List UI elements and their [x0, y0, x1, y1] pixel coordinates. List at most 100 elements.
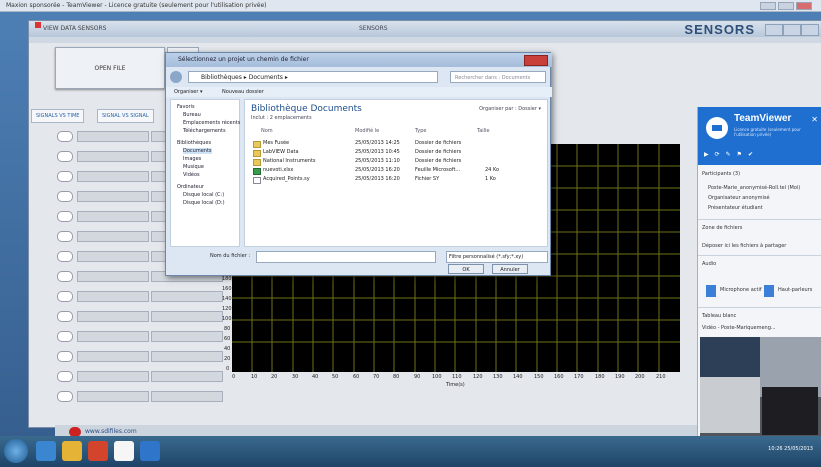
toggle-led[interactable]	[57, 151, 73, 162]
teamviewer-toolbar[interactable]: ▶⟳✎⚑✔	[704, 151, 759, 158]
toggle-led[interactable]	[57, 171, 73, 182]
cancel-button[interactable]: Annuler	[492, 264, 528, 274]
start-button[interactable]	[4, 439, 28, 463]
list-item[interactable]	[55, 329, 230, 342]
open-file-button[interactable]: OPEN FILE	[55, 47, 165, 89]
nav-item[interactable]: Bibliothèques	[177, 140, 211, 146]
back-button[interactable]	[170, 71, 182, 83]
toggle-led[interactable]	[57, 291, 73, 302]
nav-item-selected[interactable]: Documents	[183, 148, 212, 154]
signal-field[interactable]	[77, 271, 149, 282]
signal-field[interactable]	[77, 371, 149, 382]
signal-field[interactable]	[77, 291, 149, 302]
signal-field[interactable]	[77, 391, 149, 402]
signal-field[interactable]	[77, 171, 149, 182]
audio-section-header[interactable]: Audio	[702, 261, 716, 267]
toggle-led[interactable]	[57, 391, 73, 402]
arrange-by[interactable]: Organiser par : Dossier ▾	[479, 106, 541, 112]
signal-field[interactable]	[151, 391, 223, 402]
toggle-led[interactable]	[57, 131, 73, 142]
signal-field[interactable]	[151, 371, 223, 382]
signal-field[interactable]	[77, 251, 149, 262]
toggle-led[interactable]	[57, 331, 73, 342]
file-row[interactable]: National Instruments 25/05/2013 11:10 Do…	[245, 158, 545, 167]
tray-clock[interactable]: 10:26 25/05/2013	[768, 446, 813, 452]
participant[interactable]: Présentateur étudiant	[708, 205, 763, 211]
maximize-button[interactable]	[778, 2, 794, 10]
list-item[interactable]	[55, 289, 230, 302]
participant[interactable]: Organisateur anonymisé	[708, 195, 770, 201]
toggle-led[interactable]	[57, 311, 73, 322]
filename-input[interactable]	[256, 251, 436, 263]
toggle-led[interactable]	[57, 211, 73, 222]
nav-item[interactable]: Disque local (D:)	[183, 200, 225, 206]
speaker-icon[interactable]	[764, 285, 774, 297]
video-feed[interactable]	[700, 337, 821, 437]
toggle-led[interactable]	[57, 351, 73, 362]
nav-item[interactable]: Disque local (C:)	[183, 192, 224, 198]
signal-field[interactable]	[77, 351, 149, 362]
file-row[interactable]: Acquired_Points.sy 25/05/2013 16:20 Fich…	[245, 176, 545, 185]
signal-field[interactable]	[151, 351, 223, 362]
file-row[interactable]: Mes Fusée 25/05/2013 14:25 Dossier de fi…	[245, 140, 545, 149]
files-section-header[interactable]: Zone de fichiers	[702, 225, 742, 231]
library-subtitle[interactable]: Inclut : 2 emplacements	[251, 115, 312, 121]
nav-item[interactable]: Musique	[183, 164, 204, 170]
signal-field[interactable]	[77, 231, 149, 242]
dialog-close-button[interactable]	[524, 55, 548, 66]
nav-item[interactable]: Favoris	[177, 104, 195, 110]
app-minimize-button[interactable]	[765, 24, 783, 36]
folder-icon[interactable]	[62, 441, 82, 461]
signal-field[interactable]	[77, 131, 149, 142]
nav-item[interactable]: Bureau	[183, 112, 201, 118]
close-button[interactable]	[796, 2, 812, 10]
organize-menu[interactable]: Organiser ▾	[174, 87, 203, 97]
column-header-size[interactable]: Taille	[477, 128, 490, 134]
new-folder-button[interactable]: Nouveau dossier	[222, 87, 264, 97]
column-header-name[interactable]: Nom	[261, 128, 273, 134]
signal-field[interactable]	[77, 311, 149, 322]
list-item[interactable]	[55, 309, 230, 322]
nav-item[interactable]: Vidéos	[183, 172, 200, 178]
nav-item[interactable]: Emplacements récents	[183, 120, 240, 126]
ok-button[interactable]: OK	[448, 264, 484, 274]
file-row[interactable]: nuevoti.xlsx 25/05/2013 16:20 Feuille Mi…	[245, 167, 545, 176]
teamviewer-taskbar-icon[interactable]	[140, 441, 160, 461]
signal-field[interactable]	[151, 331, 223, 342]
toggle-led[interactable]	[57, 231, 73, 242]
participants-header[interactable]: Participants (3)	[702, 171, 740, 177]
filetype-select[interactable]: Filtre personnalisé (*.sfy;*.xy)	[446, 251, 548, 263]
toggle-led[interactable]	[57, 271, 73, 282]
list-item[interactable]	[55, 349, 230, 362]
toggle-led[interactable]	[57, 251, 73, 262]
column-header-modified[interactable]: Modifié le	[355, 128, 379, 134]
app-maximize-button[interactable]	[783, 24, 801, 36]
signal-field[interactable]	[77, 211, 149, 222]
signal-field[interactable]	[77, 151, 149, 162]
search-input[interactable]: Rechercher dans : Documents	[450, 71, 546, 83]
toggle-led[interactable]	[57, 191, 73, 202]
status-url[interactable]: www.sdifiles.com	[85, 428, 137, 435]
list-item[interactable]	[55, 389, 230, 402]
chrome-icon[interactable]	[114, 441, 134, 461]
whiteboard-header[interactable]: Tableau blanc	[702, 313, 736, 319]
ie-icon[interactable]	[36, 441, 56, 461]
signal-field[interactable]	[151, 311, 223, 322]
app-close-button[interactable]	[801, 24, 819, 36]
file-row[interactable]: LabVIEW Data 25/05/2013 10:45 Dossier de…	[245, 149, 545, 158]
signal-field[interactable]	[77, 331, 149, 342]
microphone-icon[interactable]	[706, 285, 716, 297]
tab-signals-vs-time[interactable]: SIGNALS VS TIME	[31, 109, 85, 123]
nav-item[interactable]: Ordinateur	[177, 184, 204, 190]
nav-item[interactable]: Téléchargements	[183, 128, 226, 134]
nav-item[interactable]: Images	[183, 156, 201, 162]
signal-field[interactable]	[151, 291, 223, 302]
media-icon[interactable]	[88, 441, 108, 461]
tab-signal-vs-signal[interactable]: SIGNAL VS SIGNAL	[97, 109, 154, 123]
address-bar[interactable]: Bibliothèques ▸ Documents ▸	[188, 71, 438, 83]
signal-field[interactable]	[77, 191, 149, 202]
participant[interactable]: Poste-Marie_anonymisé-Roll.tel (Moi)	[708, 185, 800, 191]
column-header-type[interactable]: Type	[415, 128, 426, 134]
minimize-button[interactable]	[760, 2, 776, 10]
panel-close-icon[interactable]: ✕	[811, 115, 818, 124]
